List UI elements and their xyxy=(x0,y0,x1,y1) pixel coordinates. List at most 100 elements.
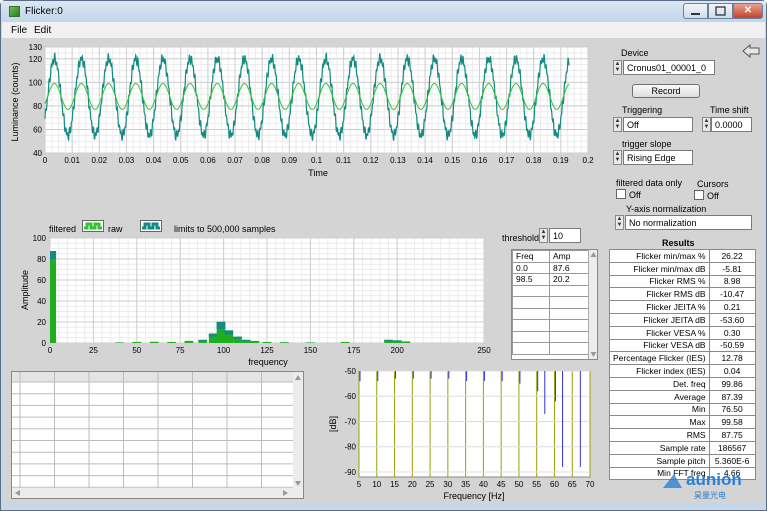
legend-filtered-swatch[interactable] xyxy=(82,220,104,232)
table-row[interactable] xyxy=(512,319,590,332)
trigger-slope-spinner[interactable]: ▲ ▼ xyxy=(613,150,622,165)
y-tick-label: -70 xyxy=(344,417,356,426)
results-row: Flicker RMS % 8.98 xyxy=(609,274,756,289)
fft-bar xyxy=(115,342,124,343)
fft-amplitude-chart[interactable]: 0 25 50 75 100 125 150 175 200 250 0 20 40 60 80 100 fr… xyxy=(6,234,494,370)
result-value: 87.39 xyxy=(708,389,756,404)
x-tick-label: 55 xyxy=(532,480,541,489)
result-name: Flicker VESA dB xyxy=(609,338,710,353)
vertical-scrollbar[interactable] xyxy=(293,372,303,498)
y-tick-label: 100 xyxy=(33,234,47,243)
empty-cell xyxy=(512,330,550,343)
results-row: Flicker JEITA % 0.21 xyxy=(609,300,756,314)
x-tick-label: 0 xyxy=(48,346,53,355)
triggering-spinner[interactable]: ▲ ▼ xyxy=(613,117,622,132)
result-name: Flicker min/max % xyxy=(609,249,710,263)
legend-filtered-label: filtered xyxy=(49,224,77,234)
fft-bar-raw-cap xyxy=(384,339,393,341)
x-tick-label: 25 xyxy=(426,480,435,489)
x-tick-label: 50 xyxy=(514,480,523,489)
x-axis-label: frequency xyxy=(248,357,288,367)
trigger-slope-field[interactable]: Rising Edge xyxy=(623,150,693,165)
peak-header-freq: Freq xyxy=(512,250,550,263)
fft-bar-raw-cap xyxy=(233,336,242,339)
peak-freq: 0.0 xyxy=(512,261,550,274)
results-row: Det. freq 99.86 xyxy=(609,376,756,391)
result-value: 26.22 xyxy=(708,249,756,263)
filtered-only-value: Off xyxy=(629,190,641,200)
table-row[interactable] xyxy=(512,284,590,297)
x-tick-label: 45 xyxy=(497,480,506,489)
filtered-only-checkbox[interactable] xyxy=(616,189,626,199)
x-tick-label: 125 xyxy=(260,346,274,355)
cursors-checkbox[interactable] xyxy=(694,190,704,200)
maximize-button[interactable] xyxy=(708,3,733,19)
empty-cell xyxy=(512,319,550,332)
result-value: 87.75 xyxy=(708,428,756,442)
data-table[interactable] xyxy=(11,371,304,499)
x-tick-label: 25 xyxy=(89,346,98,355)
y-axis-label: [dB] xyxy=(328,416,338,432)
x-tick-label: 50 xyxy=(132,346,141,355)
flicker-db-chart[interactable]: 5 10 15 20 25 30 35 40 45 50 55 60 65 70 -50 -60 -70 -80 -… xyxy=(326,367,596,503)
device-field[interactable]: Cronus01_00001_0 xyxy=(623,60,715,75)
table-row[interactable]: 0.0 87.6 xyxy=(512,261,590,274)
y-tick-label: 60 xyxy=(33,125,42,134)
table-row[interactable] xyxy=(512,342,590,355)
watermark-sub: 昊量光电 xyxy=(694,491,726,500)
x-tick-label: 0.03 xyxy=(119,156,135,165)
y-norm-spinner[interactable]: ▲ ▼ xyxy=(615,215,624,230)
results-row: Max 99.58 xyxy=(609,415,756,430)
fft-bar-raw-cap xyxy=(208,333,218,337)
cursors-value: Off xyxy=(707,191,719,201)
x-tick-label: 200 xyxy=(391,346,405,355)
horizontal-scrollbar[interactable] xyxy=(12,488,293,498)
title-bar[interactable]: Flicker:0 ✕ xyxy=(1,1,766,22)
table-row[interactable] xyxy=(512,330,590,343)
y-tick-label: -80 xyxy=(344,443,356,452)
result-value: -50.59 xyxy=(708,338,756,353)
threshold-field[interactable]: 10 xyxy=(549,228,581,243)
close-icon: ✕ xyxy=(743,5,753,16)
fft-bar xyxy=(50,251,57,343)
result-value: -10.47 xyxy=(708,287,756,302)
empty-cell xyxy=(549,284,590,297)
app-icon xyxy=(9,6,20,17)
luminance-time-chart[interactable]: 0 0.01 0.02 0.03 0.04 0.05 0.06 0.07 0.08 0.09 0.1… xyxy=(6,42,603,182)
x-tick-label: 0.12 xyxy=(363,156,379,165)
back-arrow-icon[interactable] xyxy=(741,43,761,59)
threshold-spinner[interactable]: ▲ ▼ xyxy=(539,228,548,243)
record-button[interactable]: Record xyxy=(632,84,700,98)
y-norm-field[interactable]: No normalization xyxy=(625,215,752,230)
result-name: Flicker VESA % xyxy=(609,325,710,340)
x-tick-label: 0.16 xyxy=(472,156,488,165)
x-tick-label: 0.11 xyxy=(336,156,352,165)
legend-raw-swatch[interactable] xyxy=(140,220,162,232)
menu-file[interactable]: File xyxy=(11,25,27,36)
y-tick-label: 80 xyxy=(33,102,42,111)
close-button[interactable]: ✕ xyxy=(733,3,763,19)
result-name: RMS xyxy=(609,428,710,442)
results-row: Min 76.50 xyxy=(609,402,756,417)
result-value: 0.30 xyxy=(708,325,756,340)
peak-table-scrollbar[interactable] xyxy=(588,250,597,359)
logo-mark-icon xyxy=(663,474,682,488)
time-shift-spinner[interactable]: ▲ ▼ xyxy=(702,117,711,132)
menu-bar: File Edit xyxy=(2,22,765,38)
time-shift-label: Time shift xyxy=(710,105,749,115)
menu-edit[interactable]: Edit xyxy=(34,25,51,36)
device-spinner[interactable]: ▲ ▼ xyxy=(613,60,622,75)
table-row[interactable]: 98.5 20.2 xyxy=(512,273,590,286)
x-tick-label: 0 xyxy=(43,156,48,165)
x-tick-label: 100 xyxy=(217,346,231,355)
table-row[interactable] xyxy=(512,296,590,309)
threshold-label: threshold xyxy=(502,233,540,243)
cursors-label: Cursors xyxy=(697,179,729,189)
result-name: Flicker RMS dB xyxy=(609,287,710,302)
table-row[interactable] xyxy=(512,307,590,320)
app-window: Flicker:0 ✕ File Edit 0 0.01 0.02 0.03 0.04 0… xyxy=(0,0,767,511)
triggering-field[interactable]: Off xyxy=(623,117,693,132)
time-shift-field[interactable]: 0.0000 xyxy=(711,117,752,132)
minimize-button[interactable] xyxy=(683,3,708,19)
result-name: Sample pitch xyxy=(609,453,710,468)
